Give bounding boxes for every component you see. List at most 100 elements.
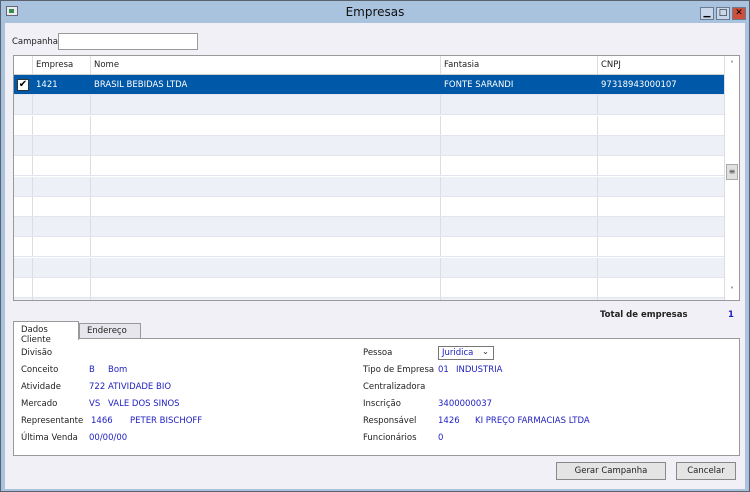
- representante-label: Representante: [21, 416, 83, 426]
- maximize-button[interactable]: □: [716, 7, 730, 20]
- empty-cell: [32, 116, 90, 135]
- empty-cell: [597, 298, 724, 301]
- empty-cell: [90, 298, 440, 301]
- scroll-up-icon[interactable]: ˄: [725, 58, 739, 72]
- atividade-desc: ATIVIDADE BIO: [108, 382, 171, 392]
- empty-cell: [440, 298, 597, 301]
- grid-header: Empresa Nome Fantasia CNPJ: [14, 56, 724, 75]
- gerar-campanha-button[interactable]: Gerar Campanha: [556, 462, 666, 480]
- empty-cell: [32, 95, 90, 114]
- representante-code: 1466: [91, 416, 113, 426]
- empty-cell: [440, 237, 597, 256]
- column-header-nome[interactable]: Nome: [90, 56, 440, 74]
- table-row[interactable]: [14, 298, 724, 301]
- empty-cell: [440, 156, 597, 175]
- cancelar-button[interactable]: Cancelar: [676, 462, 736, 480]
- total-label: Total de empresas: [600, 310, 688, 320]
- divisao-label: Divisão: [21, 348, 52, 358]
- table-row[interactable]: [14, 258, 724, 278]
- tipo-empresa-desc: INDUSTRIA: [456, 365, 502, 375]
- empty-cell: [32, 177, 90, 196]
- empresas-window: Empresas ▁ □ ✕ Campanha Empresa Nome Fan…: [0, 0, 750, 492]
- conceito-code: B: [89, 365, 95, 375]
- mercado-desc: VALE DOS SINOS: [108, 399, 180, 409]
- funcionarios-label: Funcionários: [363, 433, 417, 443]
- empty-cell: [597, 258, 724, 277]
- empty-cell: [90, 237, 440, 256]
- tab-endereco[interactable]: Endereço: [79, 323, 141, 339]
- minimize-button[interactable]: ▁: [700, 7, 714, 20]
- empty-cell: [32, 258, 90, 277]
- campanha-input[interactable]: [58, 33, 198, 50]
- row-checkbox[interactable]: ✔: [17, 79, 29, 91]
- funcionarios-value: 0: [438, 433, 443, 443]
- pessoa-value: Juridica: [442, 348, 473, 358]
- table-row[interactable]: [14, 237, 724, 257]
- tab-dados-cliente[interactable]: Dados Cliente: [13, 321, 79, 340]
- scroll-down-icon[interactable]: ˅: [725, 284, 739, 298]
- scroll-thumb[interactable]: ≡: [726, 164, 738, 180]
- window-client: Campanha Empresa Nome Fantasia CNPJ ✔ 14…: [5, 23, 745, 489]
- table-row[interactable]: [14, 197, 724, 217]
- empty-cell: [440, 258, 597, 277]
- empty-cell: [32, 298, 90, 301]
- empty-cell: [90, 136, 440, 155]
- cell-cnpj: 97318943000107: [597, 75, 724, 94]
- chevron-down-icon: ⌄: [482, 347, 489, 357]
- conceito-label: Conceito: [21, 365, 58, 375]
- pessoa-label: Pessoa: [363, 348, 392, 358]
- atividade-code: 722: [89, 382, 105, 392]
- empty-cell: [597, 278, 724, 297]
- close-button[interactable]: ✕: [732, 7, 746, 20]
- column-header-fantasia[interactable]: Fantasia: [440, 56, 597, 74]
- empty-cell: [597, 116, 724, 135]
- empty-cell: [440, 136, 597, 155]
- empty-cell: [90, 116, 440, 135]
- empty-cell: [597, 156, 724, 175]
- ultima-venda-value: 00/00/00: [89, 433, 127, 443]
- table-row[interactable]: [14, 156, 724, 176]
- dados-cliente-panel: Divisão Conceito B Bom Atividade 722 ATI…: [13, 338, 740, 456]
- atividade-label: Atividade: [21, 382, 61, 392]
- responsavel-desc: KI PREÇO FARMACIAS LTDA: [475, 416, 590, 426]
- empty-cell: [597, 197, 724, 216]
- empty-cell: [32, 136, 90, 155]
- centralizadora-label: Centralizadora: [363, 382, 425, 392]
- vertical-scrollbar[interactable]: ˄ ≡ ˅: [724, 56, 739, 300]
- empty-cell: [597, 177, 724, 196]
- window-title: Empresas: [1, 5, 749, 19]
- pessoa-select[interactable]: Juridica ⌄: [438, 346, 494, 360]
- cell-fantasia: FONTE SARANDI: [440, 75, 597, 94]
- empty-cell: [90, 278, 440, 297]
- empty-cell: [597, 136, 724, 155]
- cell-empresa: 1421: [32, 75, 90, 94]
- table-row[interactable]: [14, 116, 724, 136]
- responsavel-label: Responsável: [363, 416, 416, 426]
- empty-cell: [440, 278, 597, 297]
- empty-cell: [90, 217, 440, 236]
- empty-cell: [90, 197, 440, 216]
- empty-cell: [32, 197, 90, 216]
- conceito-desc: Bom: [108, 365, 127, 375]
- empty-cell: [440, 217, 597, 236]
- empty-cell: [597, 237, 724, 256]
- table-row[interactable]: [14, 217, 724, 237]
- table-row[interactable]: [14, 95, 724, 115]
- mercado-code: VS: [89, 399, 100, 409]
- empty-cell: [597, 95, 724, 114]
- cell-nome: BRASIL BEBIDAS LTDA: [90, 75, 440, 94]
- empty-cell: [440, 95, 597, 114]
- inscricao-value: 3400000037: [438, 399, 492, 409]
- empty-cell: [90, 177, 440, 196]
- empty-cell: [440, 116, 597, 135]
- column-header-cnpj[interactable]: CNPJ: [597, 56, 724, 74]
- representante-desc: PETER BISCHOFF: [130, 416, 202, 426]
- empty-cell: [90, 95, 440, 114]
- table-row[interactable]: ✔ 1421 BRASIL BEBIDAS LTDA FONTE SARANDI…: [14, 75, 724, 95]
- table-row[interactable]: [14, 278, 724, 298]
- column-header-empresa[interactable]: Empresa: [32, 56, 90, 74]
- table-row[interactable]: [14, 136, 724, 156]
- table-row[interactable]: [14, 177, 724, 197]
- mercado-label: Mercado: [21, 399, 57, 409]
- title-bar: Empresas ▁ □ ✕: [1, 1, 749, 23]
